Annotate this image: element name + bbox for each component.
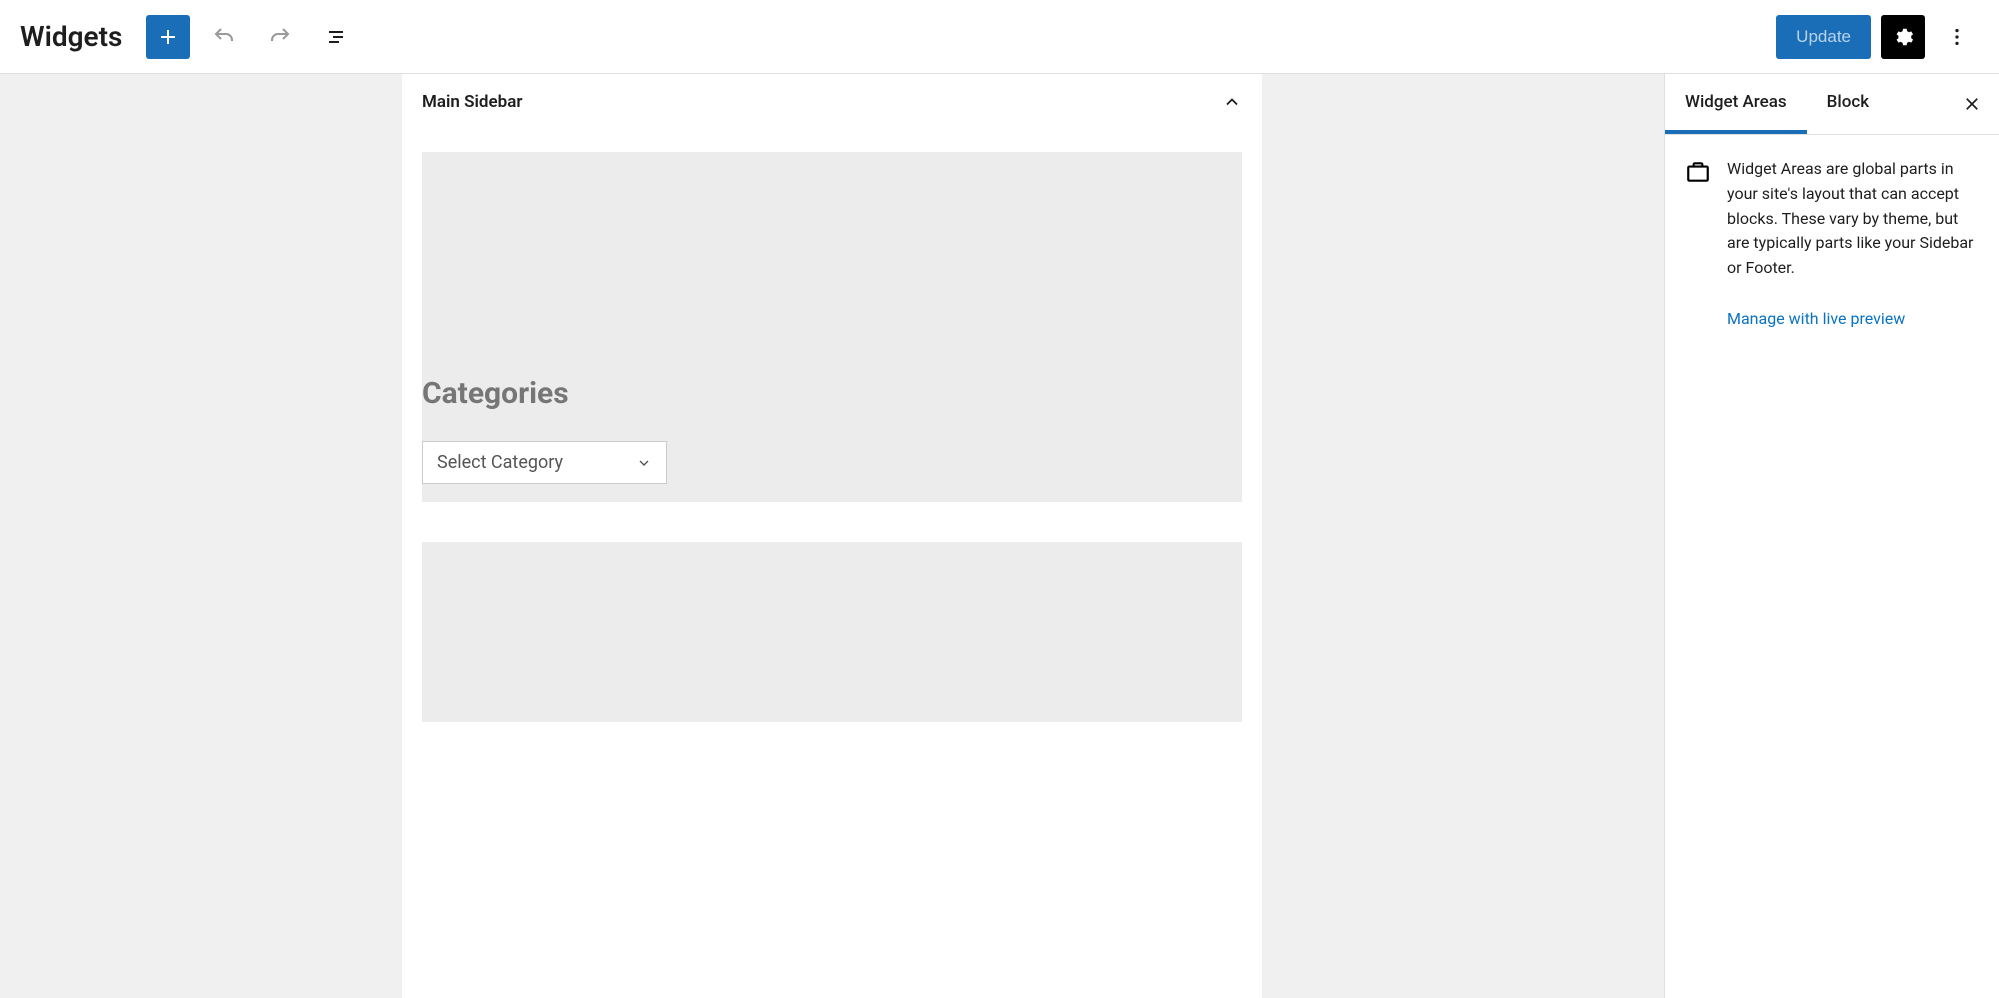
- gear-icon: [1892, 26, 1914, 48]
- toolbar-right-group: Update: [1776, 15, 1979, 59]
- tab-widget-areas[interactable]: Widget Areas: [1665, 74, 1807, 134]
- undo-icon: [212, 25, 236, 49]
- chevron-up-icon: [1222, 92, 1242, 112]
- chevron-down-icon: [636, 455, 652, 471]
- close-sidebar-button[interactable]: [1945, 95, 1999, 113]
- undo-button[interactable]: [202, 15, 246, 59]
- toolbar-left-group: Widgets: [20, 15, 1776, 59]
- tab-block[interactable]: Block: [1807, 74, 1889, 134]
- redo-icon: [268, 25, 292, 49]
- manage-live-preview-link[interactable]: Manage with live preview: [1727, 309, 1979, 328]
- widget-area-header[interactable]: Main Sidebar: [402, 74, 1262, 152]
- update-button[interactable]: Update: [1776, 15, 1871, 59]
- settings-button[interactable]: [1881, 15, 1925, 59]
- page-title: Widgets: [20, 20, 122, 53]
- widget-block-placeholder[interactable]: [422, 542, 1242, 722]
- sidebar-tabs: Widget Areas Block: [1665, 74, 1999, 135]
- widget-areas-icon: [1685, 159, 1711, 328]
- document-overview-button[interactable]: [314, 15, 358, 59]
- widget-area-title: Main Sidebar: [422, 92, 522, 112]
- more-vertical-icon: [1946, 26, 1968, 48]
- sidebar-text-group: Widget Areas are global parts in your si…: [1727, 157, 1979, 328]
- plus-icon: [156, 25, 180, 49]
- categories-block-content: Categories Select Category: [422, 376, 1242, 484]
- category-select[interactable]: Select Category: [422, 441, 667, 484]
- settings-sidebar: Widget Areas Block Widget Areas are glob…: [1664, 74, 1999, 998]
- close-icon: [1963, 95, 1981, 113]
- category-select-label: Select Category: [437, 452, 563, 473]
- add-block-button[interactable]: [146, 15, 190, 59]
- options-button[interactable]: [1935, 15, 1979, 59]
- top-toolbar: Widgets Update: [0, 0, 1999, 74]
- categories-heading: Categories: [422, 376, 1242, 411]
- widget-areas-description: Widget Areas are global parts in your si…: [1727, 157, 1979, 281]
- editor-canvas: Main Sidebar Categories Select Category: [0, 74, 1664, 998]
- widget-area-panel: Main Sidebar Categories Select Category: [402, 74, 1262, 998]
- list-view-icon: [324, 25, 348, 49]
- main-area: Main Sidebar Categories Select Category: [0, 74, 1999, 998]
- categories-block[interactable]: Categories Select Category: [422, 152, 1242, 502]
- redo-button[interactable]: [258, 15, 302, 59]
- sidebar-body: Widget Areas are global parts in your si…: [1665, 135, 1999, 350]
